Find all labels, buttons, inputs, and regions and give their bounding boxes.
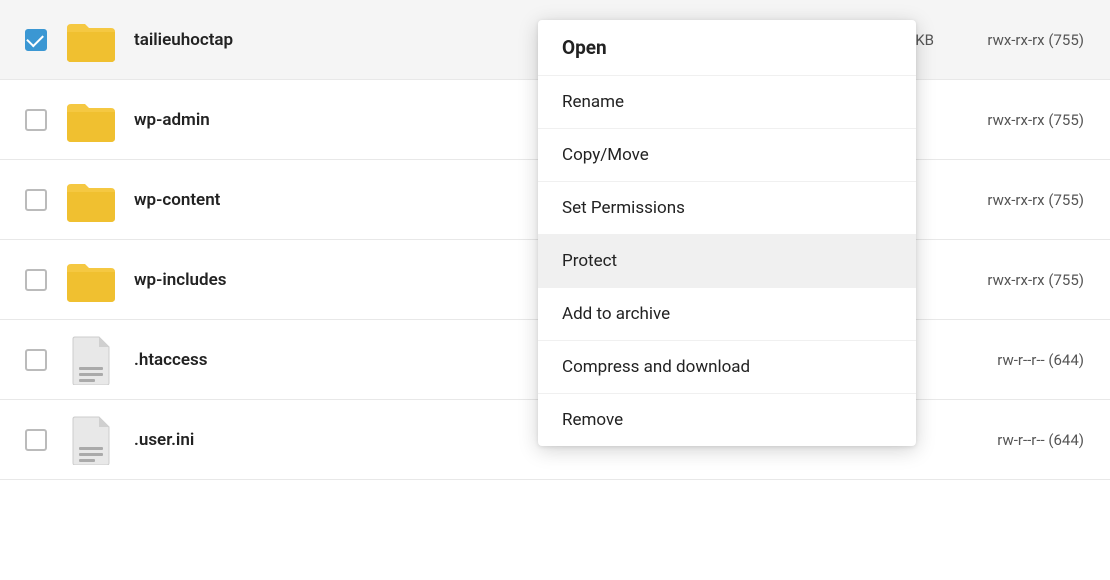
folder-icon-cell <box>56 258 126 302</box>
context-menu-item-copy-move[interactable]: Copy/Move <box>538 129 916 182</box>
checkbox-cell[interactable] <box>16 29 56 51</box>
checkbox-tailieuhoctap[interactable] <box>25 29 47 51</box>
context-menu-item-protect[interactable]: Protect <box>538 235 916 288</box>
file-icon <box>71 335 111 385</box>
folder-icon <box>65 98 117 142</box>
checkbox-cell[interactable] <box>16 109 56 131</box>
file-permissions: rwx-rx-rx (755) <box>934 191 1094 209</box>
checkbox-htaccess[interactable] <box>25 349 47 371</box>
context-menu-item-open[interactable]: Open <box>538 20 916 76</box>
checkbox-user-ini[interactable] <box>25 429 47 451</box>
file-permissions: rw-r--r-- (644) <box>934 351 1094 369</box>
context-menu-item-remove[interactable]: Remove <box>538 394 916 446</box>
file-permissions: rwx-rx-rx (755) <box>934 31 1094 49</box>
file-icon-cell <box>56 415 126 465</box>
checkbox-wp-content[interactable] <box>25 189 47 211</box>
file-permissions: rw-r--r-- (644) <box>934 431 1094 449</box>
context-menu: Open Rename Copy/Move Set Permissions Pr… <box>538 20 916 446</box>
file-permissions: rwx-rx-rx (755) <box>934 111 1094 129</box>
checkbox-cell[interactable] <box>16 189 56 211</box>
checkbox-wp-admin[interactable] <box>25 109 47 131</box>
folder-icon-cell <box>56 178 126 222</box>
context-menu-item-compress-download[interactable]: Compress and download <box>538 341 916 394</box>
folder-icon <box>65 258 117 302</box>
checkbox-cell[interactable] <box>16 349 56 371</box>
context-menu-item-rename[interactable]: Rename <box>538 76 916 129</box>
folder-icon <box>65 18 117 62</box>
file-manager: tailieuhoctap 72.30 KB rwx-rx-rx (755) w… <box>0 0 1110 480</box>
file-permissions: rwx-rx-rx (755) <box>934 271 1094 289</box>
context-menu-item-add-to-archive[interactable]: Add to archive <box>538 288 916 341</box>
folder-icon <box>65 178 117 222</box>
file-icon <box>71 415 111 465</box>
folder-icon-cell <box>56 98 126 142</box>
checkbox-wp-includes[interactable] <box>25 269 47 291</box>
folder-icon-cell <box>56 18 126 62</box>
checkbox-cell[interactable] <box>16 429 56 451</box>
context-menu-item-set-permissions[interactable]: Set Permissions <box>538 182 916 235</box>
checkbox-cell[interactable] <box>16 269 56 291</box>
file-icon-cell <box>56 335 126 385</box>
